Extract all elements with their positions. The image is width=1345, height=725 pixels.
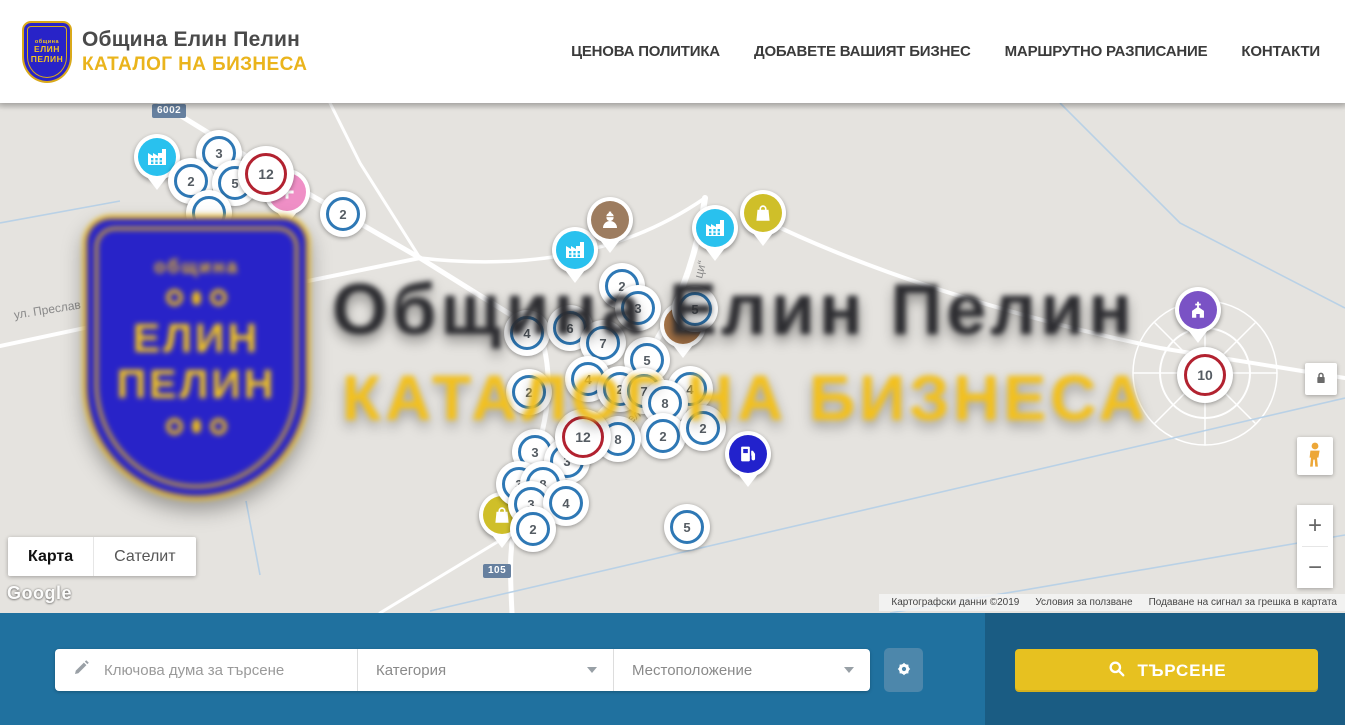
map-pin-church[interactable] xyxy=(1175,287,1221,333)
main-nav: ЦЕНОВА ПОЛИТИКА ДОБАВЕТЕ ВАШИЯТ БИЗНЕС МАР… xyxy=(571,43,1320,60)
cluster-marker[interactable]: 5 xyxy=(672,286,718,332)
road-number-badge: 6002 xyxy=(152,104,186,118)
bottom-search-bar: Категория Местоположение ТЪРСЕНЕ xyxy=(0,613,1345,725)
category-select-value: Категория xyxy=(376,662,446,679)
cluster-marker[interactable]: 10 xyxy=(1177,347,1233,403)
google-logo[interactable]: Google xyxy=(7,583,72,604)
cluster-marker[interactable]: 12 xyxy=(555,409,611,465)
site-title: Община Елин Пелин xyxy=(82,28,307,52)
cluster-marker[interactable] xyxy=(186,190,232,236)
cluster-count xyxy=(192,196,226,230)
search-icon xyxy=(1107,659,1127,682)
cluster-count: 2 xyxy=(326,197,360,231)
chevron-down-icon xyxy=(844,667,854,673)
cluster-count: 7 xyxy=(586,326,620,360)
location-select[interactable]: Местоположение xyxy=(613,649,870,691)
padlock-icon xyxy=(1313,370,1329,389)
factory-icon xyxy=(696,209,734,247)
search-button-label: ТЪРСЕНЕ xyxy=(1138,661,1227,681)
bag-icon xyxy=(744,194,782,232)
map-type-control: Карта Сателит xyxy=(8,537,196,576)
nav-link[interactable]: КОНТАКТИ xyxy=(1241,43,1320,60)
cluster-marker[interactable]: 2 xyxy=(680,405,726,451)
map-type-satellite-button[interactable]: Сателит xyxy=(93,537,195,576)
cluster-marker[interactable]: 4 xyxy=(504,310,550,356)
advanced-settings-button[interactable] xyxy=(884,648,923,692)
church-icon xyxy=(1179,291,1217,329)
keyword-field xyxy=(55,649,357,691)
map-type-map-button[interactable]: Карта xyxy=(8,537,93,576)
factory-icon xyxy=(556,231,594,269)
cluster-count: 12 xyxy=(562,416,604,458)
map-attribution: Картографски данни ©2019 Условия за полз… xyxy=(879,594,1345,611)
cluster-count: 2 xyxy=(686,411,720,445)
search-button[interactable]: ТЪРСЕНЕ xyxy=(1015,649,1318,692)
attribution-data-label: Картографски данни ©2019 xyxy=(891,597,1019,608)
terms-of-use-link[interactable]: Условия за ползване xyxy=(1035,597,1132,608)
site-subtitle: КАТАЛОГ НА БИЗНЕСА xyxy=(82,54,307,76)
gear-icon xyxy=(893,658,915,683)
brand-text: Община Елин Пелин КАТАЛОГ НА БИЗНЕСА xyxy=(82,28,307,76)
pencil-icon xyxy=(72,658,91,682)
cluster-count: 2 xyxy=(512,375,546,409)
map-canvas[interactable]: община ЕЛИН ПЕЛИН Община Елин Пелин КАТА… xyxy=(0,103,1345,613)
cluster-count: 5 xyxy=(670,510,704,544)
map-pin-factory[interactable] xyxy=(692,205,738,251)
chevron-down-icon xyxy=(587,667,597,673)
cluster-marker[interactable]: 2 xyxy=(510,506,556,552)
nav-link[interactable]: ЦЕНОВА ПОЛИТИКА xyxy=(571,43,720,60)
site-brand[interactable]: община ЕЛИН ПЕЛИН Община Елин Пелин КАТА… xyxy=(22,21,307,83)
search-input-group: Категория Местоположение xyxy=(55,649,870,691)
map-pin-worker[interactable] xyxy=(587,197,633,243)
cluster-marker[interactable]: 2 xyxy=(640,413,686,459)
cluster-marker[interactable]: 5 xyxy=(664,504,710,550)
pegman-icon xyxy=(1305,442,1325,471)
location-select-value: Местоположение xyxy=(632,662,752,679)
header: община ЕЛИН ПЕЛИН Община Елин Пелин КАТА… xyxy=(0,0,1345,103)
cluster-count: 2 xyxy=(516,512,550,546)
zoom-control: + − xyxy=(1297,505,1333,588)
cluster-marker[interactable]: 2 xyxy=(320,191,366,237)
page: община ЕЛИН ПЕЛИН Община Елин Пелин КАТА… xyxy=(0,0,1345,725)
cluster-count: 5 xyxy=(678,292,712,326)
nav-link[interactable]: МАРШРУТНО РАЗПИСАНИЕ xyxy=(1005,43,1208,60)
cluster-count: 4 xyxy=(549,486,583,520)
nav-link[interactable]: ДОБАВЕТЕ ВАШИЯТ БИЗНЕС xyxy=(754,43,971,60)
lock-button[interactable] xyxy=(1305,363,1337,395)
logo-text-line2: ПЕЛИН xyxy=(31,55,64,64)
cluster-marker[interactable]: 2 xyxy=(506,369,552,415)
cluster-count: 10 xyxy=(1184,354,1226,396)
fuel-icon xyxy=(729,435,767,473)
map-pin-fuel[interactable] xyxy=(725,431,771,477)
zoom-out-button[interactable]: − xyxy=(1297,547,1333,588)
category-select[interactable]: Категория xyxy=(357,649,613,691)
cluster-count: 2 xyxy=(646,419,680,453)
cluster-count: 4 xyxy=(510,316,544,350)
municipality-logo: община ЕЛИН ПЕЛИН xyxy=(22,21,72,83)
zoom-in-button[interactable]: + xyxy=(1297,505,1333,546)
street-view-pegman-button[interactable] xyxy=(1297,437,1333,475)
cluster-marker[interactable]: 12 xyxy=(238,146,294,202)
road-number-badge: 105 xyxy=(483,564,511,578)
worker-icon xyxy=(591,201,629,239)
cluster-count: 3 xyxy=(621,291,655,325)
report-map-error-link[interactable]: Подаване на сигнал за грешка в картата xyxy=(1149,597,1337,608)
cluster-count: 12 xyxy=(245,153,287,195)
cluster-marker[interactable]: 3 xyxy=(615,285,661,331)
keyword-input[interactable] xyxy=(104,662,357,679)
map-pin-bag[interactable] xyxy=(740,190,786,236)
